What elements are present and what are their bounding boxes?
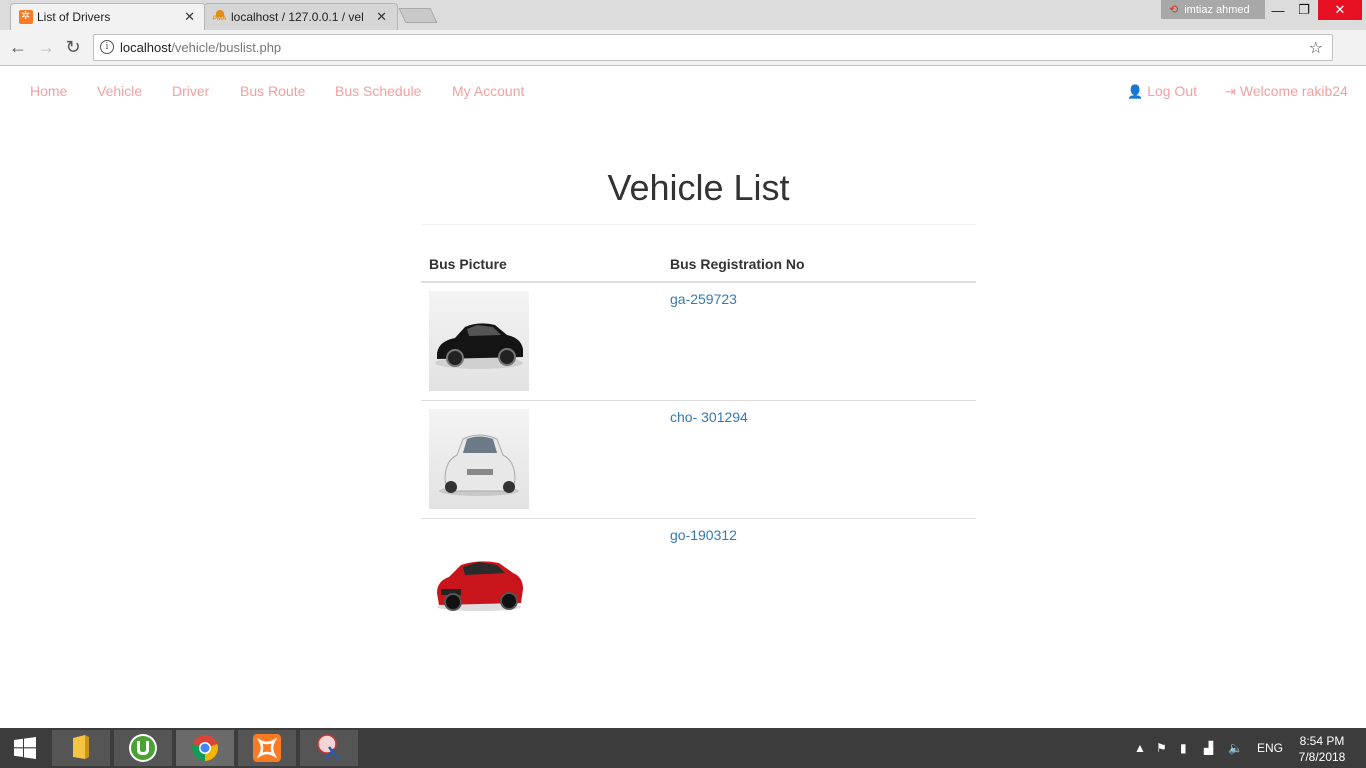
tab-phpmyadmin[interactable]: localhost / 127.0.0.1 / vehicle ✕: [204, 3, 398, 30]
chrome-icon: [192, 735, 218, 761]
tab-title: localhost / 127.0.0.1 / vehicle: [231, 10, 363, 24]
divider: [421, 224, 976, 225]
registration-link[interactable]: ga-259723: [670, 291, 737, 307]
close-tab-icon[interactable]: ✕: [184, 9, 195, 25]
scissors-icon: [317, 734, 339, 760]
folder-icon: [73, 735, 89, 759]
profile-name: imtiaz ahmed: [1184, 3, 1250, 16]
info-icon[interactable]: i: [100, 40, 114, 54]
table-row: cho- 301294: [421, 399, 976, 518]
file-explorer-button[interactable]: [52, 730, 110, 766]
table-row: go-190312: [421, 517, 976, 636]
tab-title: List of Drivers: [37, 10, 111, 24]
page: Home Vehicle Driver Bus Route Bus Schedu…: [0, 67, 1366, 728]
registration-link[interactable]: cho- 301294: [670, 409, 748, 425]
user-icon: 👤: [1127, 84, 1144, 99]
welcome-link[interactable]: ⇥ Welcome rakib24: [1225, 83, 1348, 100]
bookmark-star-icon[interactable]: ☆: [1309, 38, 1323, 58]
nav-driver[interactable]: Driver: [172, 83, 209, 99]
nav-my-account[interactable]: My Account: [452, 83, 524, 99]
url-path: /vehicle/buslist.php: [171, 40, 282, 55]
logout-label: Log Out: [1147, 83, 1198, 99]
clock-time: 8:54 PM: [1299, 734, 1345, 748]
page-title: Vehicle List: [607, 167, 790, 208]
system-clock[interactable]: 8:54 PM 7/8/2018: [1292, 733, 1352, 765]
nav-home[interactable]: Home: [30, 83, 67, 99]
chrome-button[interactable]: [176, 730, 234, 766]
car-image: [439, 434, 519, 496]
utorrent-button[interactable]: [114, 730, 172, 766]
restore-button[interactable]: ❐: [1290, 0, 1318, 20]
logout-link[interactable]: 👤 Log Out: [1127, 83, 1197, 100]
profile-icon: ⟲: [1169, 4, 1179, 16]
reload-icon[interactable]: ↻: [62, 36, 84, 58]
minimize-button[interactable]: —: [1264, 0, 1292, 20]
url-host: localhost: [120, 40, 172, 55]
nav-vehicle[interactable]: Vehicle: [97, 83, 142, 99]
windows-taskbar: ▲ ⚑ ▮ ▟ 🔈 ENG 8:54 PM 7/8/2018: [0, 728, 1366, 768]
xampp-taskbar-icon: [253, 734, 281, 762]
close-window-button[interactable]: ✕: [1318, 0, 1362, 20]
table-header-row: Bus Picture Bus Registration No: [421, 249, 976, 283]
column-header-picture: Bus Picture: [421, 249, 662, 283]
browser-tabstrip: List of Drivers ✕ localhost / 127.0.0.1 …: [0, 0, 1366, 30]
nav-bus-route[interactable]: Bus Route: [240, 83, 305, 99]
action-center-flag-icon[interactable]: ⚑: [1156, 728, 1167, 768]
tab-list-of-drivers[interactable]: List of Drivers ✕: [10, 3, 206, 30]
address-bar[interactable]: i localhost/vehicle/buslist.php ☆: [93, 34, 1333, 61]
car-image: [435, 323, 523, 369]
show-hidden-icons[interactable]: ▲: [1134, 728, 1146, 768]
phpmyadmin-icon: [213, 10, 227, 24]
xampp-icon: [19, 9, 33, 24]
profile-button[interactable]: ⟲ imtiaz ahmed: [1161, 0, 1265, 19]
clock-date: 7/8/2018: [1298, 750, 1346, 764]
nav-bus-schedule[interactable]: Bus Schedule: [335, 83, 421, 99]
utorrent-icon: [129, 734, 157, 762]
table-row: ga-259723: [421, 281, 976, 400]
vehicle-table: Bus Picture Bus Registration No ga-25972…: [421, 249, 976, 636]
navbar: Home Vehicle Driver Bus Route Bus Schedu…: [0, 67, 1366, 115]
new-tab-button[interactable]: [398, 8, 438, 23]
registration-link[interactable]: go-190312: [670, 527, 737, 543]
windows-logo-icon: [14, 737, 36, 759]
browser-toolbar: ← → ↻ i localhost/vehicle/buslist.php ☆ …: [0, 30, 1366, 88]
welcome-label: Welcome rakib24: [1239, 83, 1348, 99]
back-icon[interactable]: ←: [7, 36, 29, 58]
snipping-tool-button[interactable]: [300, 730, 358, 766]
forward-icon[interactable]: →: [35, 36, 57, 58]
log-in-icon: ⇥: [1225, 84, 1236, 99]
network-icon[interactable]: ▟: [1204, 728, 1213, 768]
vehicle-picture: [429, 291, 529, 391]
start-button[interactable]: [0, 730, 50, 766]
car-image: [437, 560, 523, 611]
xampp-button[interactable]: [238, 730, 296, 766]
language-indicator[interactable]: ENG: [1257, 728, 1283, 768]
volume-icon[interactable]: 🔈: [1228, 728, 1243, 768]
vehicle-picture: [429, 526, 529, 627]
column-header-registration: Bus Registration No: [662, 249, 976, 283]
vehicle-picture: [429, 408, 529, 509]
close-tab-icon[interactable]: ✕: [376, 9, 387, 25]
battery-icon[interactable]: ▮: [1180, 728, 1187, 768]
